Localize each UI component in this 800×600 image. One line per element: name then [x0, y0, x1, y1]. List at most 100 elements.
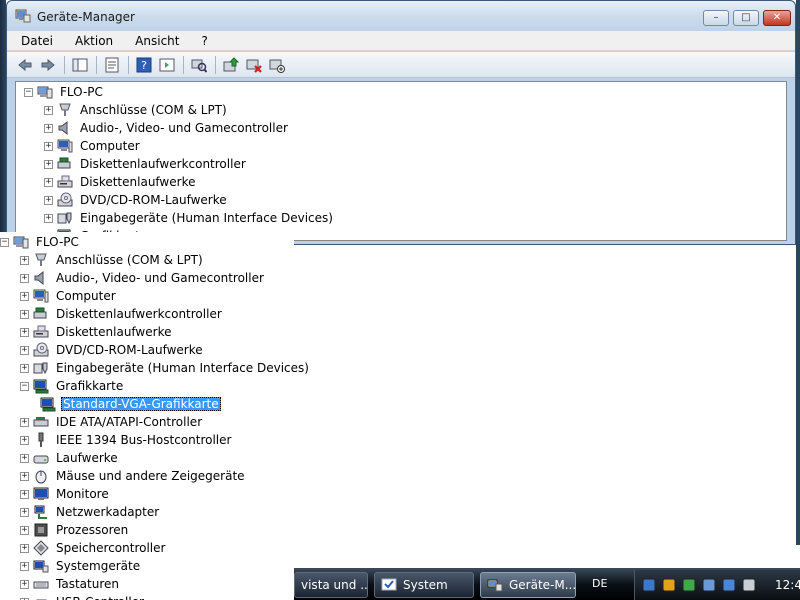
tree-item[interactable]: + Audio-, Video- und Gamecontroller	[44, 119, 290, 137]
tree-item[interactable]: − Grafikkarte	[20, 377, 125, 395]
tree-child-item[interactable]: Standard-VGA-Grafikkarte	[40, 395, 221, 413]
tree-item[interactable]: + DVD/CD-ROM-Laufwerke	[44, 191, 229, 209]
tree-item[interactable]: + Eingabegeräte (Human Interface Devices)	[20, 359, 311, 377]
expand-icon[interactable]: +	[20, 273, 29, 283]
menu-aktion[interactable]: Aktion	[71, 33, 117, 49]
title-bar[interactable]: Geräte-Manager – □ ✕	[7, 1, 795, 31]
floppy-drive-icon	[57, 174, 73, 190]
show-hide-icon[interactable]	[157, 55, 177, 75]
tree-item[interactable]: + Anschlüsse (COM & LPT)	[44, 101, 229, 119]
collapse-icon[interactable]: −	[24, 87, 33, 97]
taskbar-button[interactable]: vista und ...	[294, 572, 368, 598]
expand-icon[interactable]: +	[44, 141, 53, 151]
tree-item[interactable]: + Computer	[20, 287, 118, 305]
tree-item[interactable]: + Computer	[44, 137, 142, 155]
network-share-icon[interactable]	[641, 577, 657, 593]
taskbar-button[interactable]: System	[374, 572, 474, 598]
tree-item[interactable]: + Diskettenlaufwerke	[20, 323, 173, 341]
expand-icon[interactable]: +	[20, 525, 29, 535]
tree-item[interactable]: + Mäuse und andere Zeigegeräte	[20, 467, 247, 485]
console-tree-icon[interactable]	[70, 55, 90, 75]
collapse-icon[interactable]: −	[20, 381, 29, 391]
tree-item[interactable]: + Laufwerke	[20, 449, 120, 467]
tree-item-label: FLO-PC	[36, 235, 79, 249]
expand-icon[interactable]: +	[20, 543, 29, 553]
expand-icon[interactable]: +	[20, 327, 29, 337]
volume-icon[interactable]	[741, 577, 757, 593]
usb-icon	[33, 594, 49, 600]
taskbar-button[interactable]: Geräte-M...	[480, 572, 576, 598]
back-icon[interactable]	[15, 55, 35, 75]
safely-remove-icon[interactable]	[701, 577, 717, 593]
tree-item[interactable]: + Monitore	[20, 485, 111, 503]
controller-icon	[33, 306, 49, 322]
menu-datei[interactable]: Datei	[17, 33, 57, 49]
help-icon[interactable]: ?	[134, 55, 154, 75]
tree-item[interactable]: + Diskettenlaufwerke	[44, 173, 197, 191]
expand-icon[interactable]: +	[20, 291, 29, 301]
expand-icon[interactable]: +	[44, 213, 53, 223]
disable-icon[interactable]	[267, 55, 287, 75]
properties-icon[interactable]	[102, 55, 122, 75]
tree-item[interactable]: + DVD/CD-ROM-Laufwerke	[20, 341, 205, 359]
tree-item[interactable]: + IEEE 1394 Bus-Hostcontroller	[20, 431, 233, 449]
toolbar-separator	[183, 55, 184, 74]
windows-defender-icon[interactable]	[681, 577, 697, 593]
clock[interactable]: 12:41	[775, 578, 800, 592]
tree-item[interactable]: + Speichercontroller	[20, 539, 167, 557]
expand-icon[interactable]: +	[44, 123, 53, 133]
expand-icon[interactable]: +	[44, 177, 53, 187]
tree-item-label: DVD/CD-ROM-Laufwerke	[56, 343, 203, 357]
expand-icon[interactable]: +	[20, 471, 29, 481]
tree-item-label: Systemgeräte	[56, 559, 141, 573]
tree-root-flo-pc[interactable]: − FLO-PC	[0, 233, 81, 251]
tree-item[interactable]: + Audio-, Video- und Gamecontroller	[20, 269, 266, 287]
device-manager-icon	[15, 9, 31, 23]
device-tree-pane[interactable]: − FLO-PC + Anschlüsse (COM & LPT) + Audio-, V…	[15, 81, 787, 241]
tree-item[interactable]: + Diskettenlaufwerkcontroller	[44, 155, 248, 173]
menu-help[interactable]: ?	[197, 33, 211, 49]
expand-icon[interactable]: +	[20, 489, 29, 499]
tree-item[interactable]: + IDE ATA/ATAPI-Controller	[20, 413, 204, 431]
tree-item[interactable]: + Diskettenlaufwerkcontroller	[20, 305, 224, 323]
update-driver-icon[interactable]	[221, 55, 241, 75]
expand-icon[interactable]: +	[20, 453, 29, 463]
minimize-button[interactable]: –	[703, 10, 729, 26]
maximize-button[interactable]: □	[733, 10, 759, 26]
tree-item[interactable]: + Netzwerkadapter	[20, 503, 161, 521]
expand-icon[interactable]: +	[20, 309, 29, 319]
forward-icon[interactable]	[38, 55, 58, 75]
tree-item[interactable]: + Systemgeräte	[20, 557, 142, 575]
svg-text:?: ?	[141, 59, 147, 72]
expand-icon[interactable]: +	[20, 345, 29, 355]
device-tree-expanded[interactable]: − FLO-PC + Anschlüsse (COM & LPT) + Audio-, V…	[0, 232, 309, 600]
expand-icon[interactable]: +	[44, 159, 53, 169]
tree-item[interactable]: +USB-Controller	[20, 593, 146, 600]
collapse-icon[interactable]: −	[0, 237, 9, 247]
expand-icon[interactable]: +	[20, 561, 29, 571]
expand-icon[interactable]: +	[20, 435, 29, 445]
expand-icon[interactable]: +	[20, 255, 29, 265]
expand-icon[interactable]: +	[20, 417, 29, 427]
tree-item-label: Computer	[80, 139, 140, 153]
tree-item[interactable]: + Prozessoren	[20, 521, 130, 539]
tree-root-flo-pc[interactable]: − FLO-PC	[24, 83, 105, 101]
expand-icon[interactable]: +	[44, 105, 53, 115]
scan-hardware-icon[interactable]	[189, 55, 209, 75]
security-shield-icon[interactable]	[661, 577, 677, 593]
close-button[interactable]: ✕	[763, 10, 791, 26]
taskbar-button-label: vista und ...	[301, 578, 368, 592]
network-icon[interactable]	[721, 577, 737, 593]
expand-icon[interactable]: +	[20, 507, 29, 517]
uninstall-icon[interactable]	[244, 55, 264, 75]
menu-ansicht[interactable]: Ansicht	[131, 33, 183, 49]
language-indicator[interactable]: DE	[592, 577, 607, 590]
toolbar: ?	[7, 52, 795, 78]
tree-item-label: Laufwerke	[56, 451, 118, 465]
tree-item[interactable]: + Tastaturen	[20, 575, 121, 593]
tree-item[interactable]: + Anschlüsse (COM & LPT)	[20, 251, 205, 269]
expand-icon[interactable]: +	[20, 363, 29, 373]
expand-icon[interactable]: +	[20, 579, 29, 589]
expand-icon[interactable]: +	[44, 195, 53, 205]
tree-item[interactable]: + Eingabegeräte (Human Interface Devices)	[44, 209, 335, 227]
